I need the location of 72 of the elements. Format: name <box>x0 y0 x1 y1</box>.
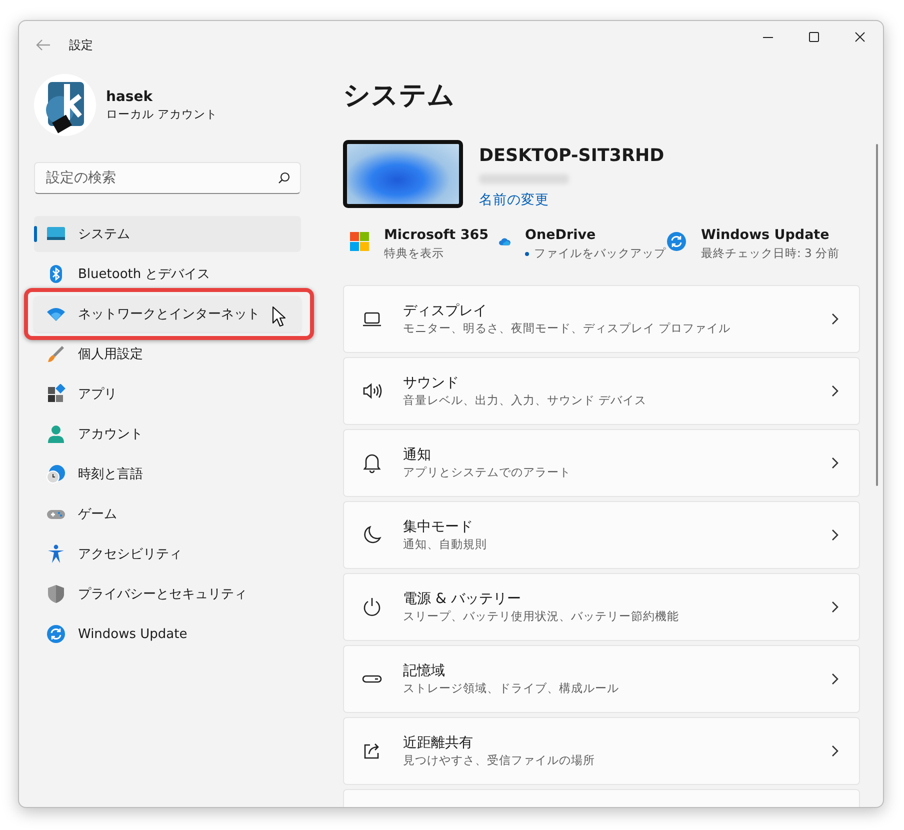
settings-card[interactable]: 通知 アプリとシステムでのアラート <box>343 429 860 497</box>
card-title: 電源 & バッテリー <box>403 590 522 608</box>
sidebar-item[interactable]: 個人用設定 <box>34 336 301 372</box>
link-title[interactable]: Windows Update <box>701 227 840 243</box>
sidebar-item[interactable]: プライバシーとセキュリティ <box>34 576 301 612</box>
rename-link[interactable]: 名前の変更 <box>479 191 664 209</box>
globe-clock-icon <box>46 464 66 484</box>
link-description: ファイルをバックアップ <box>525 246 666 261</box>
person-icon <box>46 424 66 444</box>
chevron-right-icon <box>831 313 839 325</box>
card-title: 記憶域 <box>403 662 446 680</box>
settings-card[interactable]: 電源 & バッテリー スリープ、バッテリ使用状況、バッテリー節約機能 <box>343 573 860 641</box>
bell-icon <box>361 452 383 474</box>
card-description: ストレージ領域、ドライブ、構成ルール <box>403 681 620 696</box>
card-title: 近距離共有 <box>403 734 474 752</box>
device-name: DESKTOP-SIT3RHD <box>479 146 664 166</box>
chevron-right-icon <box>831 385 839 397</box>
link-title[interactable]: OneDrive <box>525 227 666 243</box>
card-description: 音量レベル、出力、入力、サウンド デバイス <box>403 393 648 408</box>
sidebar-item[interactable]: ゲーム <box>34 496 301 532</box>
page-title: システム <box>343 79 456 113</box>
power-icon <box>361 596 383 618</box>
chevron-right-icon <box>831 457 839 469</box>
accessibility-icon <box>46 544 66 564</box>
shield-icon <box>46 584 66 604</box>
sidebar-item[interactable]: システム <box>34 216 301 252</box>
sidebar-item[interactable]: Windows Update <box>34 616 301 652</box>
chevron-right-icon <box>831 601 839 613</box>
card-description: モニター、明るさ、夜間モード、ディスプレイ プロファイル <box>403 321 732 336</box>
chevron-right-icon <box>831 673 839 685</box>
card-title: 集中モード <box>403 518 474 536</box>
settings-card[interactable]: ディスプレイ モニター、明るさ、夜間モード、ディスプレイ プロファイル <box>343 285 860 353</box>
app-grid-logo-icon <box>349 231 370 252</box>
close-icon <box>855 32 865 42</box>
card-description: 見つけやすさ、受信ファイルの場所 <box>403 753 596 768</box>
link-description: 特典を表示 <box>384 246 445 261</box>
card-description: アプリとシステムでのアラート <box>403 465 572 480</box>
back-arrow-icon[interactable] <box>35 37 51 53</box>
window-title: 設定 <box>69 36 93 54</box>
maximize-icon <box>809 32 819 42</box>
sidebar-item[interactable]: アカウント <box>34 416 301 452</box>
sync-icon <box>46 624 66 644</box>
sidebar-item[interactable]: アクセシビリティ <box>34 536 301 572</box>
search-icon <box>278 172 290 184</box>
card-title: サウンド <box>403 374 460 392</box>
account-type: ローカル アカウント <box>106 106 218 122</box>
card-title: ディスプレイ <box>403 302 488 320</box>
link-title[interactable]: Microsoft 365 <box>384 227 489 243</box>
card-description: スリープ、バッテリ使用状況、バッテリー節約機能 <box>403 609 680 624</box>
chevron-right-icon <box>831 745 839 757</box>
apps-icon <box>46 384 66 404</box>
selection-indicator <box>34 226 37 242</box>
avatar-image <box>34 74 96 136</box>
sidebar-item[interactable]: Bluetooth とデバイス <box>34 256 301 292</box>
card-title: 通知 <box>403 446 432 464</box>
settings-card[interactable]: 近距離共有 見つけやすさ、受信ファイルの場所 <box>343 717 860 785</box>
sidebar-item[interactable]: 時刻と言語 <box>34 456 301 492</box>
settings-card[interactable]: 記憶域 ストレージ領域、ドライブ、構成ルール <box>343 645 860 713</box>
mouse-pointer-icon <box>272 306 287 327</box>
settings-card[interactable]: サウンド 音量レベル、出力、入力、サウンド デバイス <box>343 357 860 425</box>
chevron-right-icon <box>831 529 839 541</box>
moon-icon <box>361 524 383 546</box>
paintbrush-icon <box>46 344 66 364</box>
sidebar-item[interactable]: ネットワークとインターネット <box>34 296 301 332</box>
sidebar-item[interactable]: アプリ <box>34 376 301 412</box>
link-description: 最終チェック日時: 3 分前 <box>701 246 840 261</box>
user-name: hasek <box>106 88 154 104</box>
settings-card[interactable]: 集中モード 通知、自動規則 <box>343 501 860 569</box>
sync-icon <box>666 231 687 252</box>
scrollbar[interactable] <box>876 144 878 486</box>
search-field[interactable]: 設定の検索 <box>34 162 301 194</box>
card-description: 通知、自動規則 <box>403 537 488 552</box>
